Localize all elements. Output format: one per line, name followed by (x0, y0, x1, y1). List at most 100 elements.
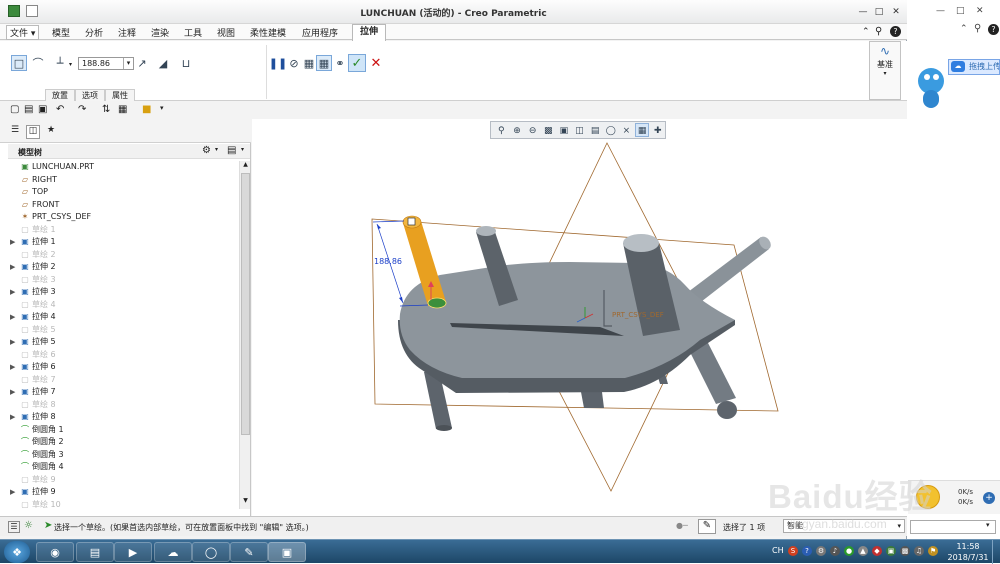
taskbar-media-icon[interactable]: ▶ (114, 542, 152, 562)
graphics-window[interactable]: 188.86 PRT_CSYS_DEF (252, 119, 907, 516)
spin-center-icon[interactable]: ✚ (650, 123, 665, 137)
close-button[interactable]: ✕ (889, 6, 903, 18)
menu-annotate[interactable]: 注释 (118, 26, 136, 39)
tree-node[interactable]: ▢ 草绘 4 (8, 299, 238, 311)
tree-node[interactable]: ▱ RIGHT (8, 174, 238, 186)
expand-arrow-icon[interactable]: ▶ (10, 236, 16, 248)
zoom-in-icon[interactable]: ⊕ (510, 123, 525, 137)
depth-value-dropdown-icon[interactable]: ▾ (123, 58, 133, 69)
secondary-filter-select[interactable] (910, 520, 996, 534)
tree-node[interactable]: ▢ 草绘 1 (8, 224, 238, 236)
menu-file[interactable]: 文件 ▾ (6, 25, 40, 40)
taskbar-green-app-icon[interactable]: ◯ (192, 542, 230, 562)
clock-date[interactable]: 2018/7/31 (944, 553, 992, 562)
scroll-up-icon[interactable]: ▲ (241, 161, 250, 171)
tree-scrollbar[interactable]: ▲ ▼ (239, 161, 250, 509)
flip-direction-button[interactable]: ↗ (134, 55, 150, 71)
expand-arrow-icon[interactable]: ▶ (10, 286, 16, 298)
secondary-close-button[interactable]: ✕ (976, 6, 984, 16)
help-icon[interactable]: ? (890, 26, 901, 37)
solid-extrude-button[interactable]: □ (11, 55, 27, 71)
surface-extrude-button[interactable]: ⌒ (30, 55, 46, 71)
tree-settings-dropdown-icon[interactable]: ▾ (215, 146, 218, 153)
tree-node[interactable]: ▶ ▣ 拉伸 7 (8, 386, 238, 398)
search-icon[interactable]: ⚲ (875, 26, 882, 37)
no-preview-button[interactable]: ⊘ (286, 55, 302, 71)
tree-node[interactable]: ▢ 草绘 10 (8, 499, 238, 510)
tree-node[interactable]: ⌒ 倒圆角 2 (8, 436, 238, 448)
tree-settings-icon[interactable]: ⚙ (202, 145, 211, 156)
taskbar-cloud-icon[interactable]: ☁ (154, 542, 192, 562)
tray-gear-icon[interactable]: ⚙ (816, 546, 826, 556)
secondary-help-icon[interactable]: ? (988, 24, 999, 35)
minimize-ribbon-icon[interactable]: ⌃ (862, 27, 870, 37)
start-button[interactable]: ❖ (4, 541, 30, 563)
menu-analysis[interactable]: 分析 (85, 26, 103, 39)
tray-flag-icon[interactable]: ⚑ (928, 546, 938, 556)
attached-preview-button[interactable]: ▦ (301, 55, 317, 71)
tree-node[interactable]: ▢ 草绘 7 (8, 374, 238, 386)
drag-handle[interactable] (407, 217, 416, 226)
redo-icon[interactable]: ↷ (78, 104, 86, 115)
expand-arrow-icon[interactable]: ▶ (10, 411, 16, 423)
secondary-minimize-button[interactable]: — (936, 6, 945, 16)
tree-node[interactable]: ▶ ▣ 拉伸 9 (8, 486, 238, 498)
tray-monitor-icon[interactable]: ▣ (886, 546, 896, 556)
cancel-button[interactable]: ✕ (368, 55, 384, 71)
minimize-button[interactable]: — (856, 6, 870, 18)
menu-tools[interactable]: 工具 (184, 26, 202, 39)
expand-arrow-icon[interactable]: ▶ (10, 486, 16, 498)
menu-applications[interactable]: 应用程序 (302, 26, 338, 39)
tree-node[interactable]: ▶ ▣ 拉伸 1 (8, 236, 238, 248)
body-top[interactable] (399, 262, 735, 378)
tree-show-icon[interactable]: ▤ (227, 145, 236, 156)
depth-option-dropdown-icon[interactable]: ▾ (69, 61, 72, 68)
menu-view[interactable]: 视图 (217, 26, 235, 39)
expand-arrow-icon[interactable]: ▶ (10, 386, 16, 398)
thicken-sketch-button[interactable]: ⊔ (178, 55, 194, 71)
regenerate-icon[interactable]: ⇅ (102, 104, 110, 115)
datum-group-button[interactable]: ∿ 基准 ▾ (869, 41, 901, 100)
navigator-toggle-icon[interactable]: ☰ (8, 521, 20, 533)
tree-node[interactable]: ▢ 草绘 6 (8, 349, 238, 361)
secondary-filter-dropdown-icon[interactable]: ▾ (986, 521, 990, 529)
remove-material-button[interactable]: ◢ (155, 55, 171, 71)
selected-count[interactable]: 选择了 1 项 (723, 522, 765, 533)
tray-s-icon[interactable]: S (788, 546, 798, 556)
maximize-button[interactable]: □ (872, 6, 886, 18)
model-viewport[interactable] (252, 119, 907, 516)
tree-node[interactable]: ▶ ▣ 拉伸 2 (8, 261, 238, 273)
tree-node[interactable]: ▶ ▣ 拉伸 6 (8, 361, 238, 373)
folder-browser-tab-icon[interactable]: ◫ (26, 125, 40, 139)
tree-node[interactable]: ⌒ 倒圆角 3 (8, 449, 238, 461)
tree-node[interactable]: ⌒ 倒圆角 1 (8, 424, 238, 436)
pause-button[interactable]: ❚❚ (269, 55, 287, 71)
view-manager-icon[interactable]: ▤ (588, 123, 603, 137)
tree-node[interactable]: ▣ LUNCHUAN.PRT (8, 161, 238, 173)
secondary-collapse-icon[interactable]: ⌃ (960, 24, 968, 34)
tree-node[interactable]: ▶ ▣ 拉伸 8 (8, 411, 238, 423)
tray-security-icon[interactable]: ◆ (872, 546, 882, 556)
perspective-icon[interactable]: ◯ (603, 123, 618, 137)
tree-node[interactable]: ▢ 草绘 8 (8, 399, 238, 411)
taskbar-creo-icon[interactable]: ▣ (268, 542, 306, 562)
save-icon[interactable]: ▣ (38, 104, 47, 115)
tree-show-dropdown-icon[interactable]: ▾ (241, 146, 244, 153)
repaint-icon[interactable]: ▩ (541, 123, 556, 137)
subtab-options[interactable]: 选项 (75, 89, 105, 101)
tree-node[interactable]: ▱ FRONT (8, 199, 238, 211)
tree-node[interactable]: ▶ ▣ 拉伸 5 (8, 336, 238, 348)
scroll-down-icon[interactable]: ▼ (241, 497, 250, 507)
expand-arrow-icon[interactable]: ▶ (10, 261, 16, 273)
new-icon[interactable]: ▢ (10, 104, 19, 115)
leg-2[interactable] (581, 392, 604, 408)
saved-orientations-icon[interactable]: ◫ (572, 123, 587, 137)
ok-button[interactable]: ✓ (348, 54, 366, 72)
undo-icon[interactable]: ↶ (56, 104, 64, 115)
expand-arrow-icon[interactable]: ▶ (10, 361, 16, 373)
subtab-placement[interactable]: 放置 (45, 89, 75, 101)
display-style-icon[interactable]: ▣ (557, 123, 572, 137)
scroll-thumb[interactable] (241, 173, 250, 435)
verify-preview-button[interactable]: ⚭ (332, 55, 348, 71)
tree-node[interactable]: ▢ 草绘 2 (8, 249, 238, 261)
